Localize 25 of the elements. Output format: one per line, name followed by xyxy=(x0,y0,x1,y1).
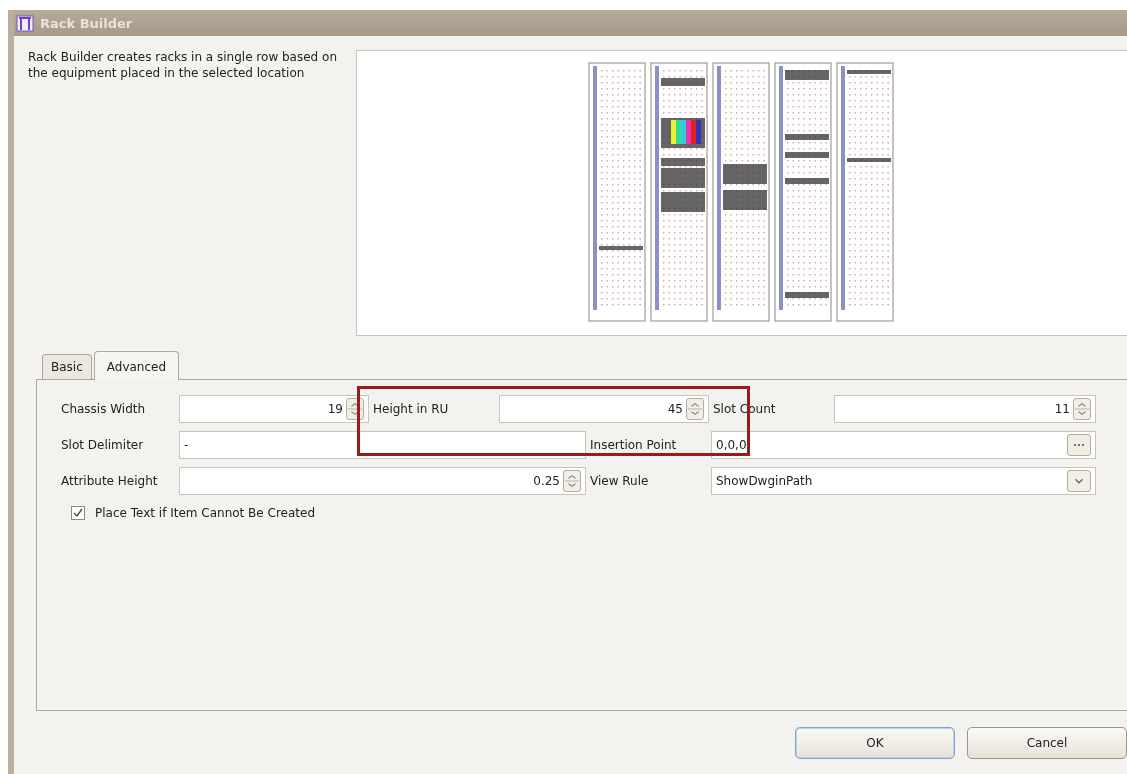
tab[interactable]: Basic xyxy=(42,354,92,379)
spin-field[interactable]: 19 xyxy=(179,395,369,423)
dropdown-field[interactable]: ShowDwginPath xyxy=(711,467,1096,495)
description-text: Rack Builder creates racks in a single row based on the equipment placed in the selected location xyxy=(28,50,338,82)
field-label: View Rule xyxy=(589,474,650,488)
checkbox[interactable] xyxy=(71,506,85,520)
field-label: Slot Delimiter xyxy=(60,438,145,452)
window-title: Rack Builder xyxy=(40,15,133,31)
spin-field[interactable]: 0.25 xyxy=(179,467,586,495)
field-label: Chassis Width xyxy=(60,402,147,416)
dialog-button[interactable]: OK xyxy=(795,726,955,759)
rack-icon xyxy=(16,14,34,32)
checkmark-icon xyxy=(73,508,83,518)
spin-field[interactable]: 45 xyxy=(499,395,709,423)
tab[interactable]: Advanced xyxy=(93,351,180,380)
field-label: Height in RU xyxy=(372,402,450,416)
ellipsis-icon xyxy=(1072,443,1086,447)
text-field[interactable]: 0,0,0 xyxy=(711,431,1096,459)
dialog-button[interactable]: Cancel xyxy=(967,726,1127,759)
field-label: Attribute Height xyxy=(60,474,159,488)
spin-field[interactable]: 11 xyxy=(834,395,1096,423)
field-label: Insertion Point xyxy=(589,438,678,452)
browse-button[interactable] xyxy=(1067,434,1091,456)
checkbox-label: Place Text if Item Cannot Be Created xyxy=(94,506,316,520)
text-field[interactable]: - xyxy=(179,431,586,459)
